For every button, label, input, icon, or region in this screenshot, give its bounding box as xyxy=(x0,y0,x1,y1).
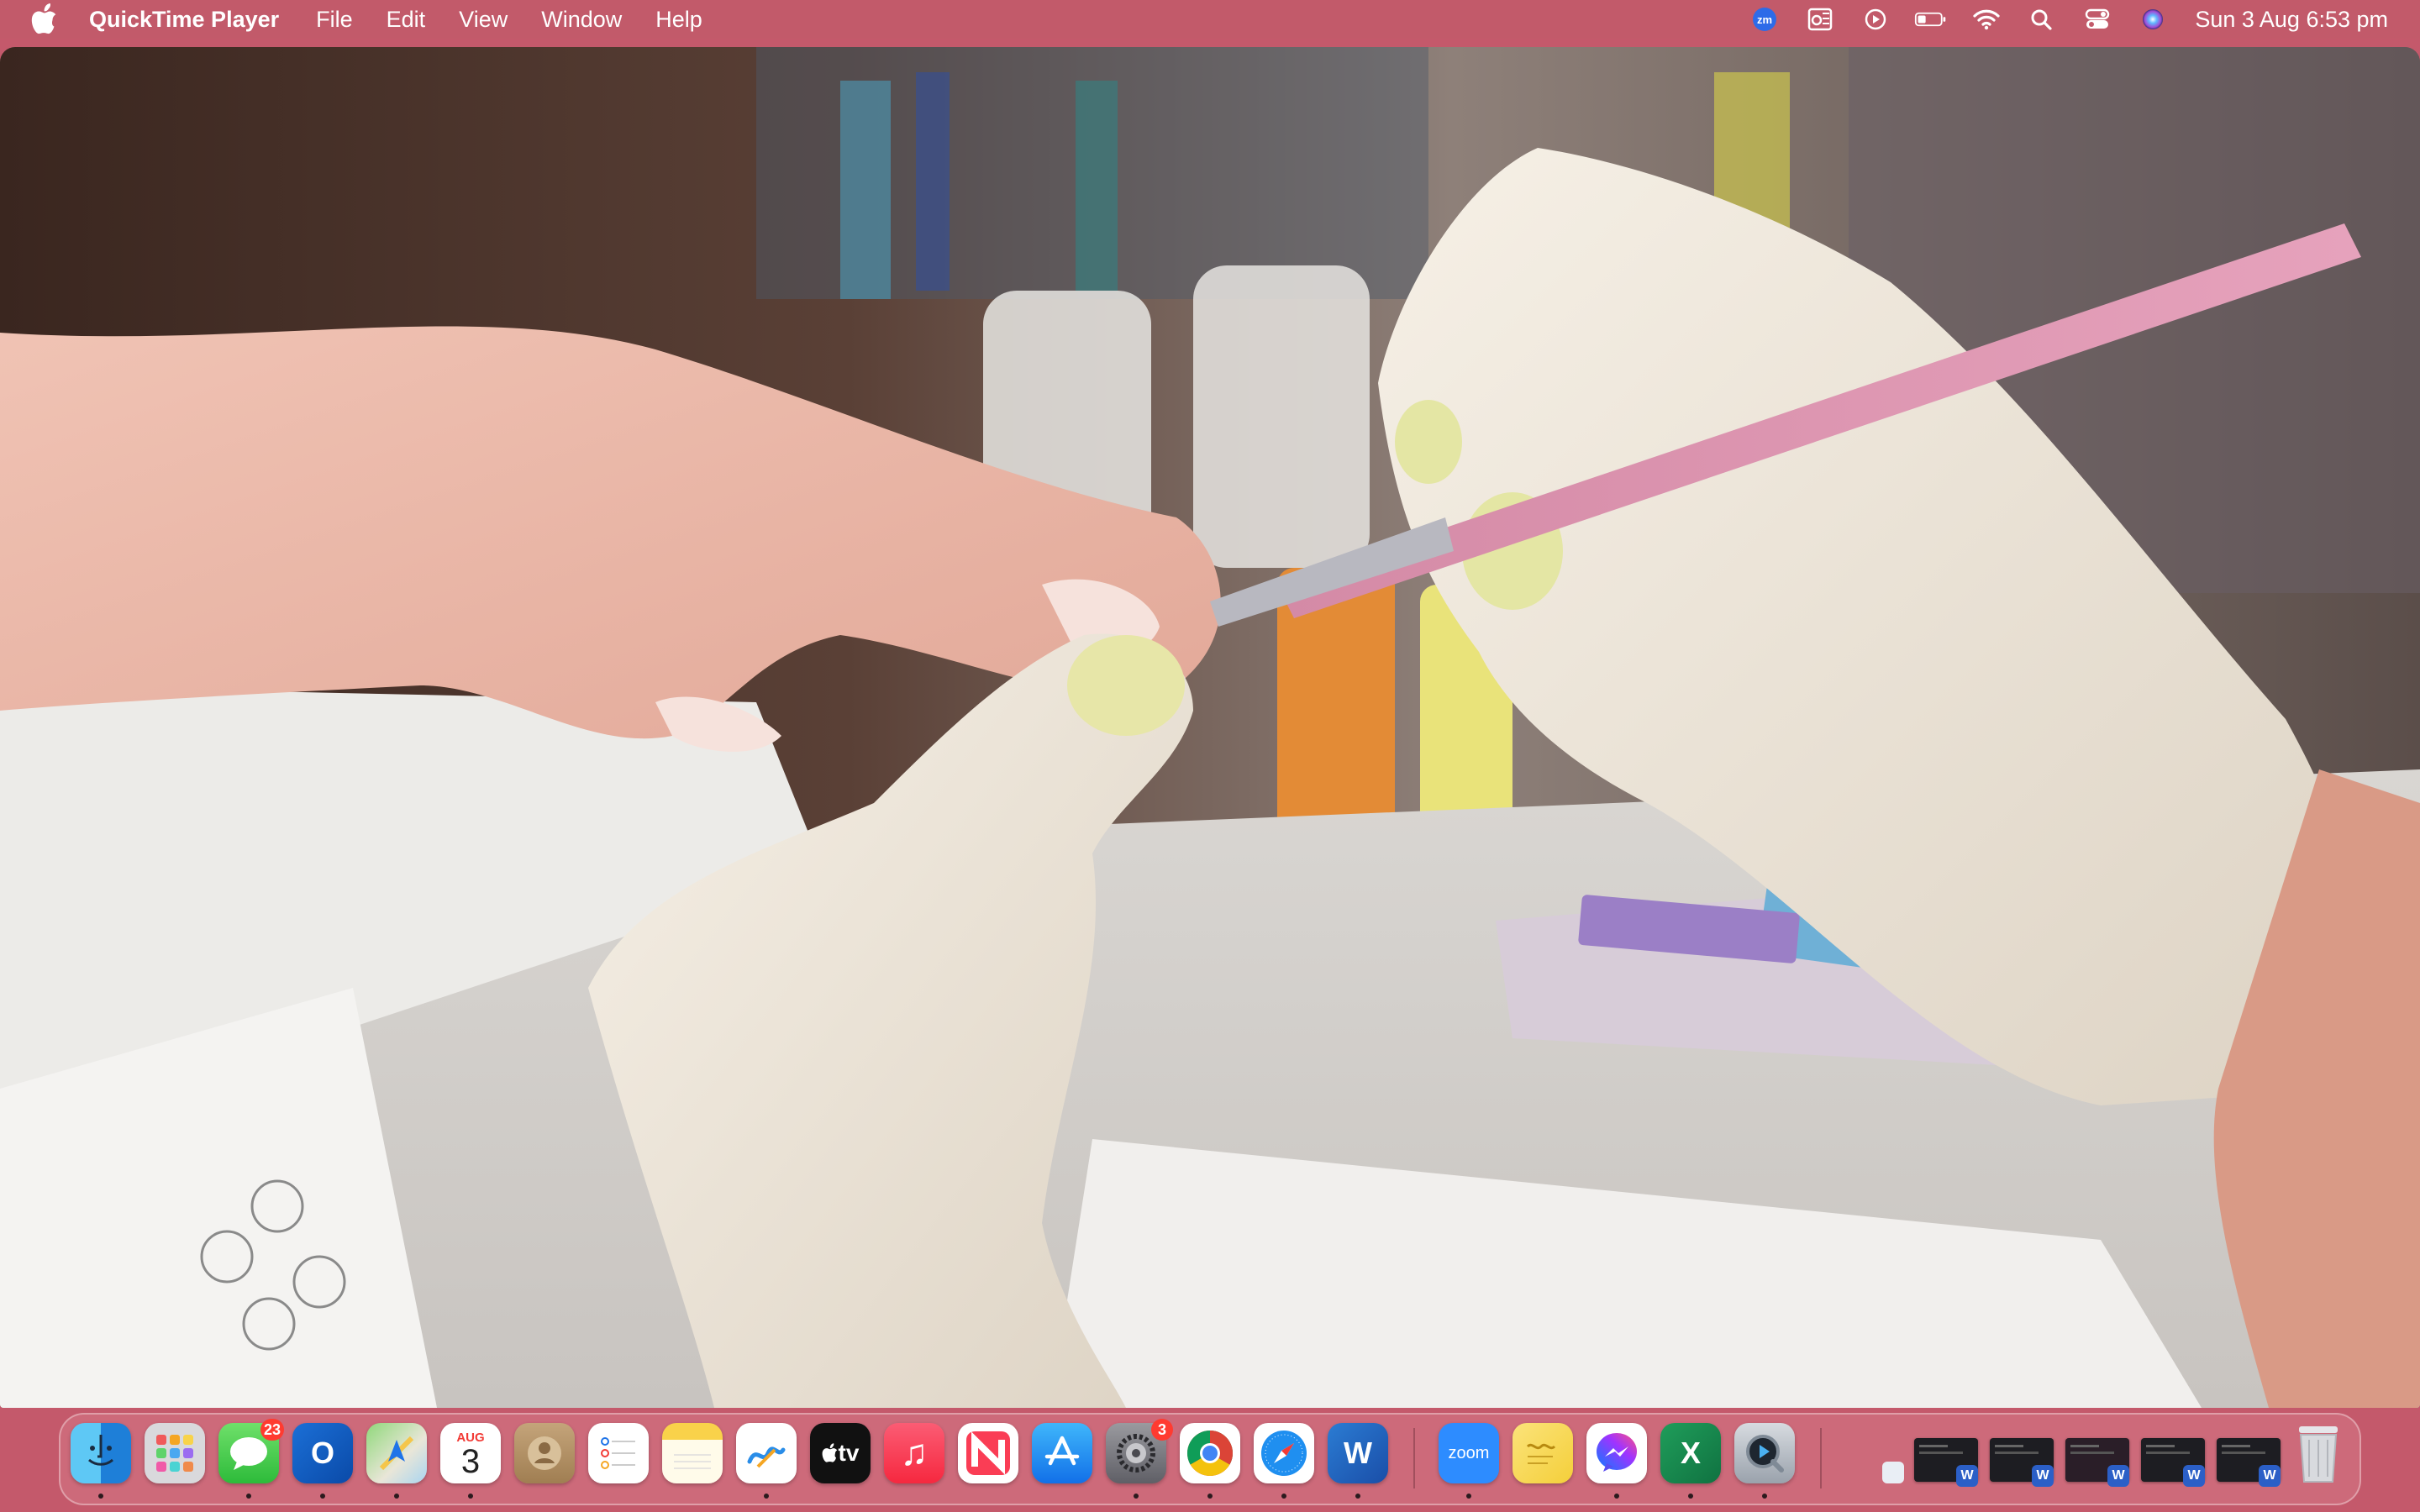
safari-compass-icon xyxy=(1261,1431,1307,1476)
dock-outlook[interactable]: O xyxy=(292,1423,353,1483)
video-player-window[interactable] xyxy=(0,47,2420,1408)
running-indicator xyxy=(764,1494,769,1499)
minimized-word-badge: W xyxy=(2183,1465,2205,1487)
freeform-icon xyxy=(747,1446,786,1468)
music-note-icon: ♫ xyxy=(900,1432,929,1473)
menu-file[interactable]: File xyxy=(316,7,353,33)
apple-tv-logo-icon xyxy=(822,1443,837,1462)
messenger-icon xyxy=(1597,1433,1637,1472)
dock-finder[interactable] xyxy=(71,1423,131,1483)
search-icon[interactable] xyxy=(2025,6,2059,33)
running-indicator xyxy=(1281,1494,1286,1499)
control-center-icon[interactable] xyxy=(2081,6,2114,33)
battery-icon[interactable] xyxy=(1914,6,1948,33)
outlook-icon: O xyxy=(310,1436,334,1470)
gear-icon xyxy=(1117,1434,1155,1473)
dock-zoom[interactable]: zoom xyxy=(1439,1423,1499,1483)
zoom-icon[interactable]: zm xyxy=(1748,6,1781,33)
dock-quicktime[interactable] xyxy=(1734,1423,1795,1483)
notes-icon xyxy=(674,1454,711,1469)
word-icon: W xyxy=(1344,1436,1372,1470)
finder-icon xyxy=(88,1435,113,1466)
dock-stickies[interactable] xyxy=(1512,1423,1573,1483)
running-indicator xyxy=(98,1494,103,1499)
outlook-menu-icon[interactable] xyxy=(1803,6,1837,33)
zoom-status-label: zm xyxy=(1757,13,1772,26)
wifi-icon[interactable] xyxy=(1970,6,2003,33)
dock-news[interactable] xyxy=(958,1423,1018,1483)
dock-separator xyxy=(1820,1428,1822,1488)
stickies-icon xyxy=(1526,1443,1556,1464)
running-indicator xyxy=(1466,1494,1471,1499)
running-indicator xyxy=(1134,1494,1139,1499)
menu-bar: QuickTime Player File Edit View Window H… xyxy=(0,0,2420,39)
reminders-icon xyxy=(601,1437,635,1469)
zoom-app-icon: zoom xyxy=(1448,1443,1490,1462)
dock-app-store[interactable] xyxy=(1032,1423,1092,1483)
messages-badge: 23 xyxy=(260,1419,285,1441)
running-indicator xyxy=(1614,1494,1619,1499)
maps-icon xyxy=(379,1436,414,1471)
contacts-icon xyxy=(528,1436,561,1470)
running-indicator xyxy=(1688,1494,1693,1499)
app-menu[interactable]: QuickTime Player xyxy=(89,7,279,33)
trash-icon xyxy=(2299,1426,2338,1483)
dock-reminders[interactable] xyxy=(588,1423,649,1483)
minimized-word-badge: W xyxy=(2259,1465,2281,1487)
dock-notes[interactable] xyxy=(662,1423,723,1483)
running-indicator xyxy=(246,1494,251,1499)
running-indicator xyxy=(1762,1494,1767,1499)
dock-chrome[interactable] xyxy=(1180,1423,1240,1483)
dock-apple-tv[interactable]: tv xyxy=(810,1423,871,1483)
minimized-word-badge: W xyxy=(2107,1465,2129,1487)
running-indicator xyxy=(1355,1494,1360,1499)
dock-safari[interactable] xyxy=(1254,1423,1314,1483)
play-circle-icon[interactable] xyxy=(1859,6,1892,33)
menu-edit[interactable]: Edit xyxy=(387,7,426,33)
dock-freeform[interactable] xyxy=(736,1423,797,1483)
dock-contacts[interactable] xyxy=(514,1423,575,1483)
menu-view[interactable]: View xyxy=(459,7,508,33)
running-indicator xyxy=(1207,1494,1213,1499)
news-icon xyxy=(966,1431,1010,1475)
dock-excel[interactable]: X xyxy=(1660,1423,1721,1483)
dock-maps[interactable] xyxy=(366,1423,427,1483)
dock-music[interactable]: ♫ xyxy=(884,1423,944,1483)
dock-calendar[interactable]: AUG 3 xyxy=(440,1423,501,1483)
siri-icon[interactable] xyxy=(2136,6,2170,33)
settings-badge: 3 xyxy=(1151,1419,1173,1441)
running-indicator xyxy=(468,1494,473,1499)
calendar-month: AUG xyxy=(456,1430,485,1445)
excel-icon: X xyxy=(1680,1436,1701,1470)
apple-tv-label: tv xyxy=(838,1440,860,1466)
menu-help[interactable]: Help xyxy=(655,7,702,33)
chrome-icon xyxy=(1186,1430,1234,1477)
minimized-word-badge: W xyxy=(2032,1465,2054,1487)
minimized-finder-badge-icon xyxy=(1882,1462,1904,1483)
video-frame xyxy=(0,47,2420,1408)
launchpad-icon xyxy=(156,1435,193,1472)
apple-menu-icon[interactable] xyxy=(30,3,59,35)
dock-word[interactable]: W xyxy=(1328,1423,1388,1483)
dock-messenger[interactable] xyxy=(1586,1423,1647,1483)
menu-window[interactable]: Window xyxy=(541,7,622,33)
dock-launchpad[interactable] xyxy=(145,1423,205,1483)
minimized-word-badge: W xyxy=(1956,1465,1978,1487)
app-store-icon xyxy=(1044,1436,1080,1466)
dock-separator xyxy=(1413,1428,1415,1488)
dock-trash[interactable] xyxy=(2291,1420,2346,1485)
calendar-day: 3 xyxy=(460,1442,481,1480)
running-indicator xyxy=(394,1494,399,1499)
quicktime-icon xyxy=(1746,1435,1784,1473)
menu-clock[interactable]: Sun 3 Aug 6:53 pm xyxy=(2195,7,2388,33)
running-indicator xyxy=(320,1494,325,1499)
